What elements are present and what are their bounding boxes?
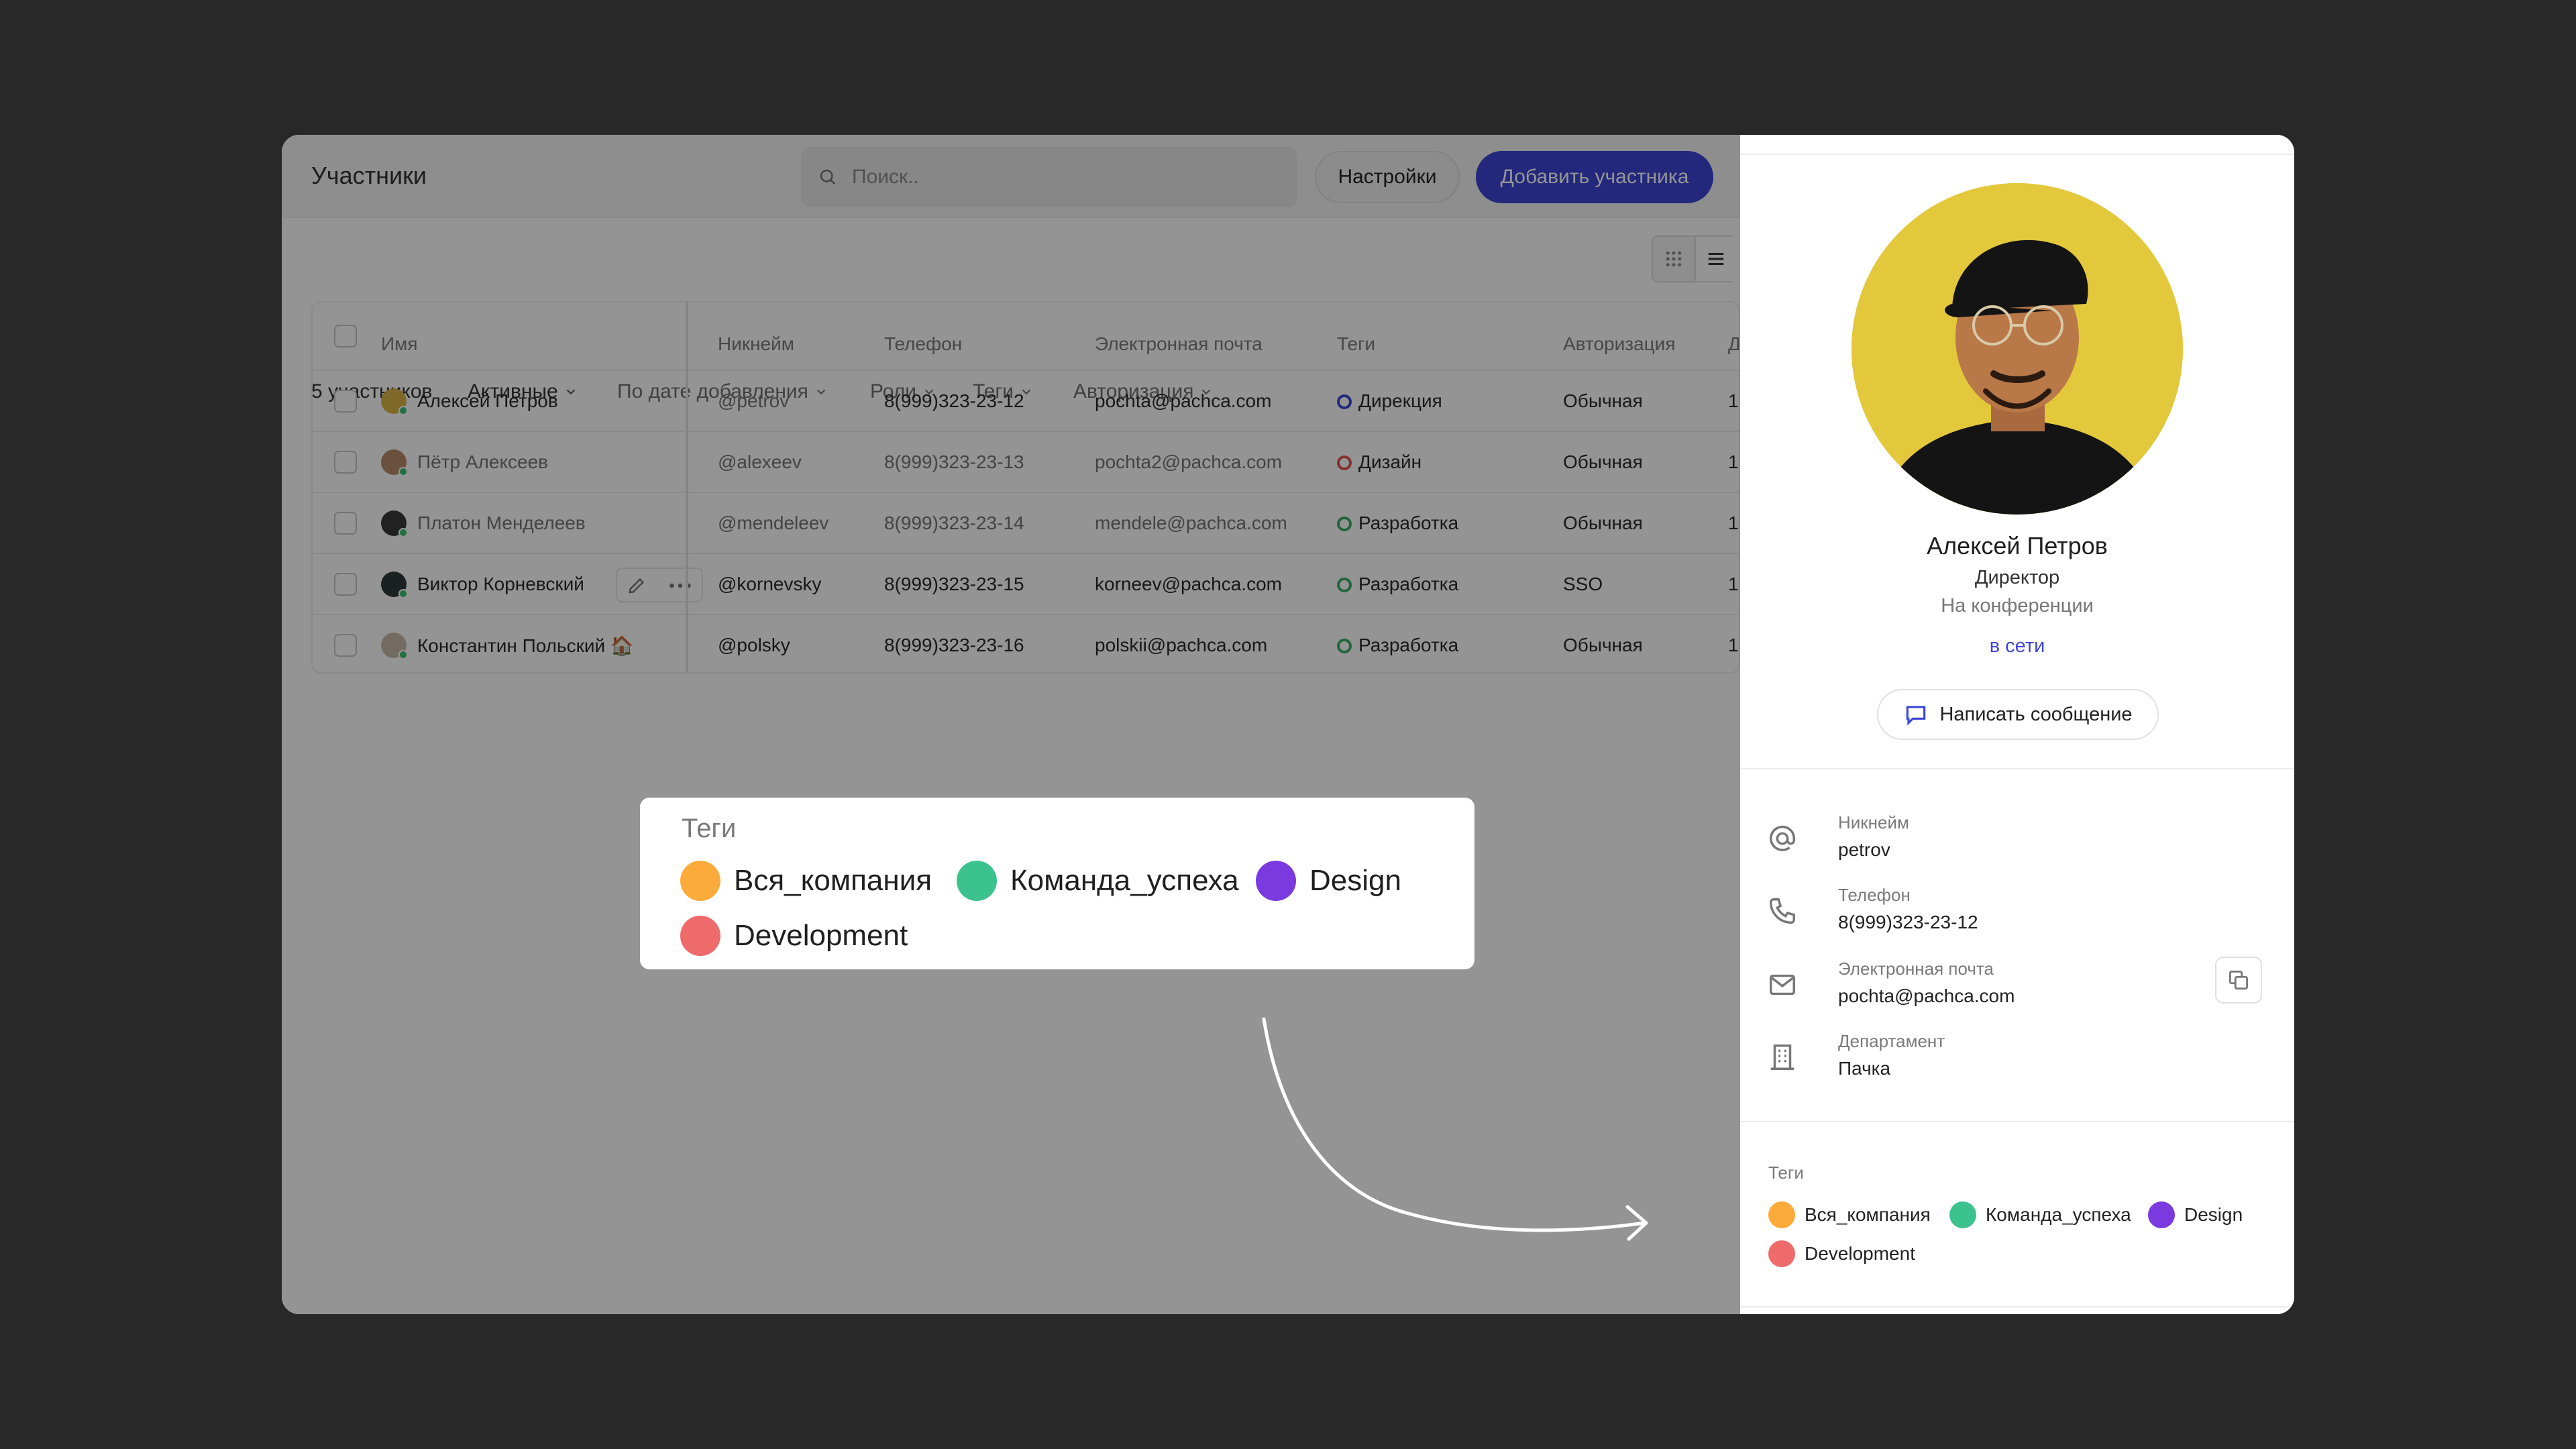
tag-label: Команда_успеха — [1986, 1204, 2131, 1225]
tag-dot-icon — [2148, 1201, 2175, 1228]
tag-label: Вся_компания — [734, 864, 932, 897]
info-row-nickname: Никнейм petrov — [1767, 808, 2277, 869]
profile-panel: Алексей Петров Директор На конференции в… — [1740, 135, 2294, 1314]
tag-label: Development — [734, 919, 908, 952]
tag-chip[interactable]: Команда_успеха — [957, 861, 1239, 901]
panel-divider — [1740, 768, 2294, 769]
tag-dot-icon — [1949, 1201, 1976, 1228]
info-value[interactable]: 8(999)323-23-12 — [1838, 912, 1978, 933]
copy-icon — [2229, 970, 2249, 990]
chat-bubble-icon — [1907, 706, 1926, 726]
profile-tags-title: Теги — [1768, 1163, 1804, 1183]
tag-chip[interactable]: Design — [2148, 1201, 2243, 1228]
tag-chip[interactable]: Development — [680, 916, 908, 956]
info-value[interactable]: Пачка — [1838, 1058, 1890, 1079]
info-label: Телефон — [1838, 885, 1911, 905]
tag-dot-icon — [1768, 1240, 1795, 1267]
info-label: Никнейм — [1838, 812, 1909, 833]
tag-chip[interactable]: Команда_успеха — [1949, 1201, 2131, 1228]
tag-label: Development — [1805, 1243, 1915, 1264]
info-value[interactable]: pochta@pachca.com — [1838, 985, 2015, 1007]
tag-chip[interactable]: Design — [1256, 861, 1401, 901]
profile-role: Директор — [1974, 567, 2060, 588]
members-page: Участники Настройки Добавить участника 5… — [282, 135, 1740, 1314]
profile-status: На конференции — [1941, 595, 2094, 616]
send-message-label: Написать сообщение — [1939, 703, 2133, 725]
tag-label: Design — [1309, 864, 1401, 897]
profile-name: Алексей Петров — [1927, 532, 2108, 559]
info-label: Электронная почта — [1838, 959, 1994, 979]
curved-arrow-icon — [1262, 1017, 1648, 1241]
info-label: Департамент — [1838, 1031, 1945, 1051]
tag-dot-icon — [680, 916, 720, 956]
tag-dot-icon — [1256, 861, 1296, 901]
copy-button[interactable] — [2215, 957, 2262, 1004]
tag-dot-icon — [957, 861, 997, 901]
tag-chip[interactable]: Вся_компания — [680, 861, 932, 901]
tag-label: Вся_компания — [1805, 1204, 1931, 1225]
profile-photo — [1851, 183, 2183, 515]
tag-dot-icon — [680, 861, 720, 901]
building-icon — [1770, 1044, 1794, 1070]
tags-popup: Теги Вся_компания Команда_успеха Design … — [640, 798, 1474, 969]
send-message-button[interactable]: Написать сообщение — [1877, 689, 2159, 740]
info-value[interactable]: petrov — [1838, 839, 1890, 861]
tag-chip[interactable]: Вся_компания — [1768, 1201, 1931, 1228]
panel-divider — [1740, 1306, 2294, 1307]
online-status: в сети — [1989, 635, 2045, 657]
panel-divider — [1740, 154, 2294, 155]
app-window: Участники Настройки Добавить участника 5… — [282, 135, 2294, 1314]
mail-icon — [1770, 974, 1795, 996]
info-row-phone: Телефон 8(999)323-23-12 — [1767, 881, 2277, 941]
info-row-email: Электронная почта pochta@pachca.com — [1767, 955, 2277, 1015]
tag-dot-icon — [1768, 1201, 1795, 1228]
tag-label: Design — [2184, 1204, 2243, 1225]
phone-icon — [1770, 898, 1795, 924]
at-icon — [1770, 825, 1795, 851]
info-row-department: Департамент Пачка — [1767, 1027, 2277, 1087]
panel-divider — [1740, 1121, 2294, 1122]
tag-label: Команда_успеха — [1010, 864, 1239, 897]
person-portrait-icon — [1851, 183, 2183, 515]
tags-popup-title: Теги — [682, 814, 737, 843]
tag-chip[interactable]: Development — [1768, 1240, 1915, 1267]
